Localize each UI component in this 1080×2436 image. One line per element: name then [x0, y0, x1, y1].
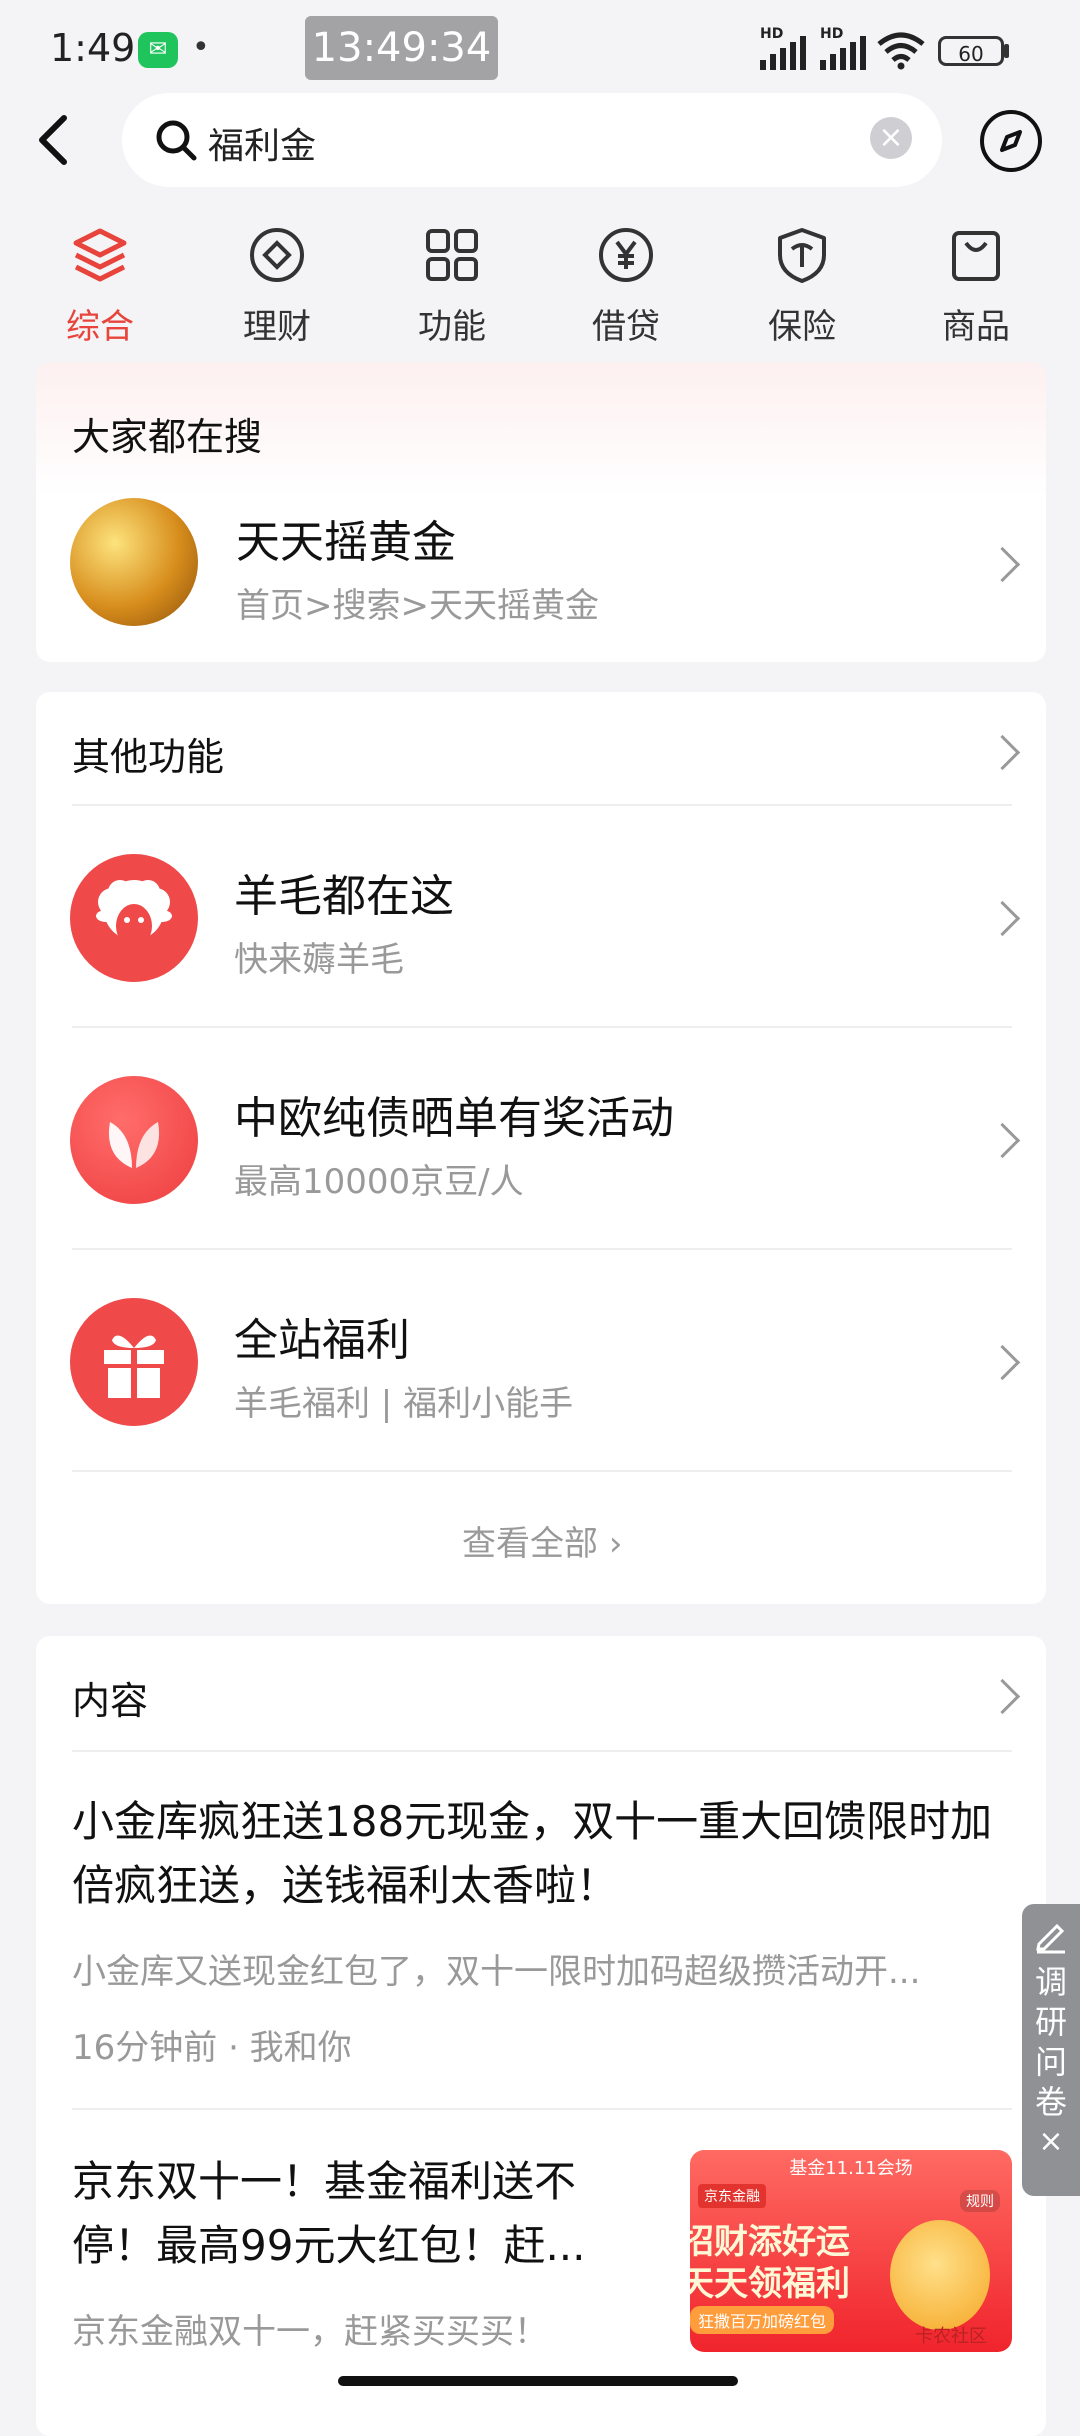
- search-icon: [156, 120, 197, 161]
- survey-float-button[interactable]: 调研问卷 ×: [1022, 1904, 1080, 2196]
- tab-loans[interactable]: 借贷: [566, 225, 686, 348]
- thumb-brand: 京东金融: [698, 2184, 766, 2208]
- survey-label: 调研问卷: [1034, 1963, 1067, 2121]
- diamond-icon: [250, 228, 304, 282]
- compass-icon[interactable]: [980, 110, 1042, 172]
- article-summary: 京东金融双十一，赶紧买买买！: [72, 2312, 548, 2352]
- view-all-label: 查看全部: [462, 1524, 598, 1564]
- thumb-line2: 天天领福利: [690, 2264, 850, 2304]
- feature-subtitle: 最高10000京豆/人: [234, 1162, 524, 1202]
- feature-title: 全站福利: [234, 1315, 410, 1366]
- cellular-signal-1-icon: HD: [760, 26, 806, 70]
- popular-item-path: 首页>搜索>天天摇黄金: [236, 586, 599, 626]
- battery-indicator: 60: [938, 36, 1004, 66]
- thumb-line3: 狂撒百万加磅红包: [690, 2306, 835, 2334]
- leaf-icon: [70, 1076, 198, 1204]
- notification-dot: •: [192, 30, 210, 65]
- article-meta: 16分钟前 · 我和你: [72, 2028, 352, 2068]
- tab-label: 保险: [768, 307, 836, 347]
- thumb-rule: 规则: [960, 2190, 1000, 2212]
- pencil-icon: [1036, 1923, 1065, 1954]
- wifi-icon: [877, 32, 925, 70]
- back-arrow-icon[interactable]: [30, 110, 80, 170]
- view-all-link[interactable]: 查看全部 ›: [462, 1516, 622, 1565]
- tab-label: 商品: [942, 307, 1010, 347]
- shield-icon: [778, 228, 826, 283]
- tab-functions[interactable]: 功能: [392, 225, 512, 348]
- content-header[interactable]: 内容: [72, 1670, 148, 1725]
- feature-subtitle: 快来薅羊毛: [234, 940, 404, 980]
- survey-close-icon[interactable]: ×: [1022, 2124, 1080, 2159]
- feature-subtitle: 羊毛福利 | 福利小能手: [234, 1384, 574, 1424]
- wechat-notification-icon: ✉: [138, 32, 178, 68]
- search-input[interactable]: 福利金: [208, 117, 316, 169]
- article-title: 京东双十一！基金福利送不停！最高99元大红包！赶...: [72, 2157, 586, 2270]
- battery-tip: [1004, 44, 1009, 58]
- sheep-icon: [70, 854, 198, 982]
- yen-icon: [599, 228, 653, 282]
- article-title: 小金库疯狂送188元现金，双十一重大回馈限时加倍疯狂送，送钱福利太香啦！: [72, 1797, 993, 1910]
- tab-wealth[interactable]: 理财: [217, 225, 337, 348]
- chevron-right-icon: ›: [608, 1524, 623, 1564]
- floating-clock: 13:49:34: [305, 16, 498, 80]
- tab-label: 理财: [243, 307, 311, 347]
- tab-label: 借贷: [592, 307, 660, 347]
- watermark-text: 卡农社区: [915, 2326, 987, 2347]
- tab-comprehensive[interactable]: 综合: [40, 225, 160, 348]
- bag-icon: [952, 231, 1000, 281]
- tab-label: 功能: [418, 307, 486, 347]
- feature-title: 羊毛都在这: [234, 871, 454, 922]
- tab-insurance[interactable]: 保险: [742, 225, 862, 348]
- other-features-header[interactable]: 其他功能: [72, 726, 224, 781]
- cellular-signal-2-icon: HD: [820, 26, 866, 70]
- grid-icon: [426, 229, 478, 281]
- article-summary: 小金库又送现金红包了，双十一限时加码超级攒活动开...: [72, 1952, 921, 1992]
- popular-item-title: 天天摇黄金: [236, 517, 456, 568]
- gold-coin-icon: [70, 498, 198, 626]
- divider: [72, 1470, 1012, 1472]
- popular-search-header: 大家都在搜: [72, 415, 263, 459]
- gift-icon: [70, 1298, 198, 1426]
- hd-label: HD: [820, 26, 844, 42]
- thumb-top-text: 基金11.11会场: [789, 2158, 913, 2179]
- tab-products[interactable]: 商品: [916, 225, 1036, 348]
- layers-icon: [73, 228, 127, 282]
- tab-label: 综合: [66, 307, 134, 347]
- status-time: 1:49: [50, 26, 136, 70]
- article-thumbnail: 基金11.11会场 京东金融 规则 招财添好运 天天领福利 狂撒百万加磅红包 卡…: [690, 2150, 1012, 2352]
- hd-label: HD: [760, 26, 784, 42]
- clear-search-button[interactable]: ×: [870, 117, 912, 159]
- feature-title: 中欧纯债晒单有奖活动: [234, 1093, 674, 1144]
- mascot-image: [890, 2220, 990, 2330]
- home-indicator[interactable]: [338, 2376, 738, 2386]
